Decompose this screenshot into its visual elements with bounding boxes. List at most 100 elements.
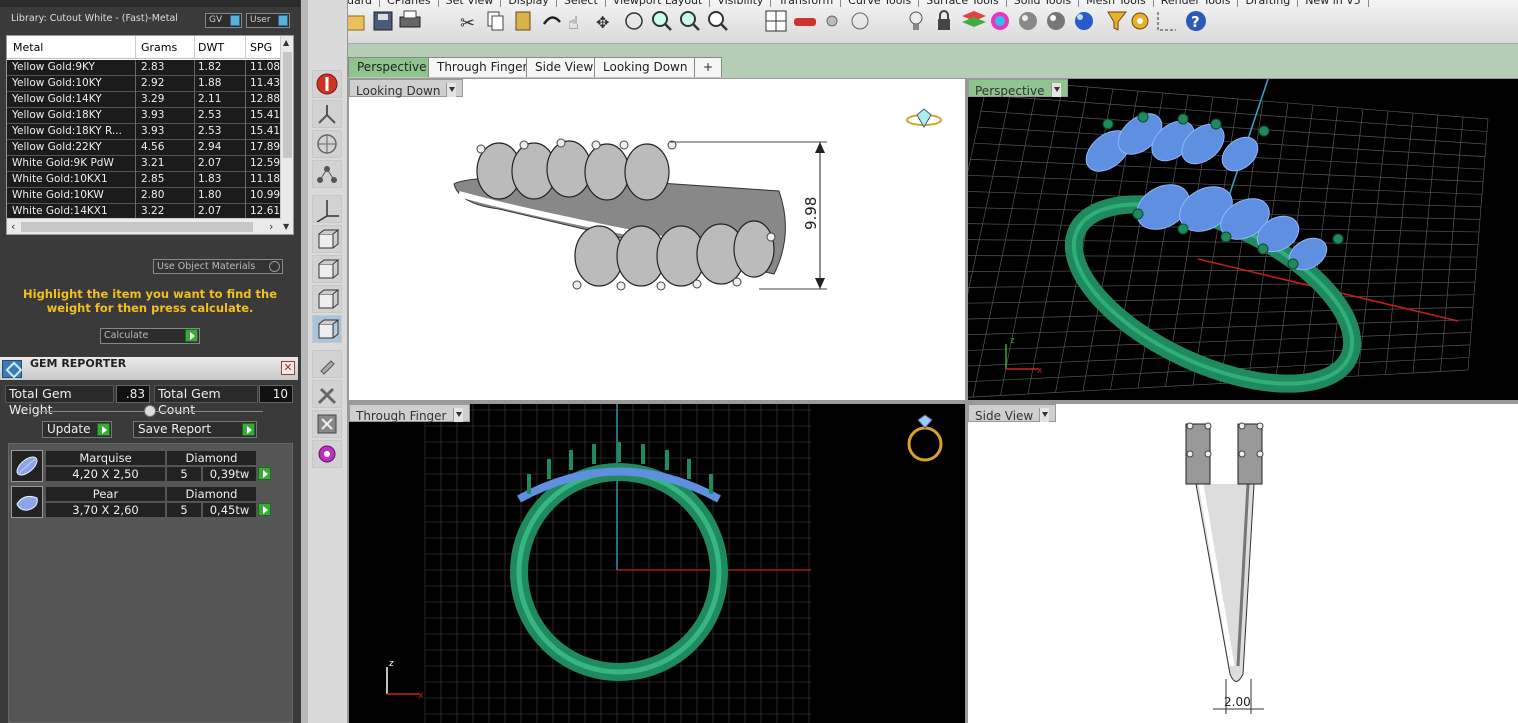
- col-grams[interactable]: Grams: [141, 41, 177, 54]
- table-row[interactable]: Yellow Gold:14KY 3.29 2.11 12.88: [7, 92, 282, 108]
- table-vertical-scrollbar[interactable]: ▲ ▼: [280, 36, 293, 234]
- table-row[interactable]: Yellow Gold:22KY 4.56 2.94 17.89: [7, 140, 282, 156]
- splitter-handle[interactable]: [144, 405, 156, 417]
- zoom-window-icon[interactable]: [680, 11, 700, 31]
- copy-icon[interactable]: [487, 11, 504, 31]
- chevron-down-icon[interactable]: [1039, 408, 1050, 422]
- undo-icon[interactable]: [542, 16, 561, 25]
- add-tab-button[interactable]: +: [694, 57, 723, 77]
- table-row[interactable]: Yellow Gold:9KY 2.83 1.82 11.08: [7, 60, 282, 76]
- scroll-left-icon[interactable]: ‹: [11, 220, 15, 233]
- use-object-materials-toggle[interactable]: Use Object Materials: [153, 259, 283, 274]
- cube-front-icon[interactable]: [312, 285, 342, 313]
- viewport-label-through-finger[interactable]: Through Finger: [349, 404, 470, 423]
- color-wheel-icon[interactable]: [991, 12, 1009, 30]
- viewport-label-side-view[interactable]: Side View: [968, 404, 1057, 423]
- osnap-icon[interactable]: [826, 15, 838, 27]
- help-icon[interactable]: ?: [1186, 11, 1206, 31]
- col-metal[interactable]: Metal: [13, 41, 43, 54]
- col-spg[interactable]: SPG: [250, 41, 272, 54]
- cube-top-icon[interactable]: [312, 255, 342, 283]
- view-tab[interactable]: Through Finger: [428, 57, 537, 77]
- close-box-icon[interactable]: [312, 410, 342, 438]
- table-cell: 3.22: [141, 205, 165, 217]
- filter-icon[interactable]: [1107, 11, 1128, 31]
- viewport-side-view[interactable]: 2.00 Side View: [968, 404, 1518, 723]
- table-row[interactable]: Yellow Gold:18KY 3.93 2.53 15.41: [7, 108, 282, 124]
- select-icon[interactable]: ☝: [568, 13, 579, 34]
- close-icon[interactable]: ✕: [281, 361, 295, 375]
- axis-icon[interactable]: [312, 195, 342, 223]
- scroll-up-icon[interactable]: ▲: [283, 38, 289, 47]
- layer-icon[interactable]: [962, 11, 986, 27]
- viewport-label-perspective[interactable]: Perspective: [968, 79, 1068, 98]
- gem-shape: Marquise: [45, 450, 166, 466]
- lock-icon[interactable]: [938, 10, 950, 30]
- table-row[interactable]: White Gold:10KX1 2.85 1.83 11.18: [7, 172, 282, 188]
- table-row[interactable]: Yellow Gold:10KY 2.92 1.88 11.43: [7, 76, 282, 92]
- paste-icon[interactable]: [515, 11, 531, 31]
- light-icon[interactable]: [909, 11, 923, 30]
- gem-qty: 5: [166, 502, 202, 518]
- gv-toggle[interactable]: GV: [205, 13, 242, 28]
- globe-icon[interactable]: [312, 130, 342, 158]
- viewport-perspective[interactable]: z x Perspective: [968, 79, 1518, 400]
- cut-icon[interactable]: ✂: [460, 13, 475, 34]
- rotate-view-icon[interactable]: [625, 12, 643, 30]
- viewport-through-finger[interactable]: z x Through Finger: [349, 404, 965, 723]
- col-dwt[interactable]: DWT: [198, 41, 224, 54]
- table-row[interactable]: White Gold:10KW 2.80 1.80 10.99: [7, 188, 282, 204]
- view-tab[interactable]: Perspective: [348, 57, 436, 77]
- panel-divider[interactable]: [301, 0, 308, 723]
- cplane-icon[interactable]: [851, 12, 869, 30]
- view-tab[interactable]: Looking Down: [594, 57, 697, 77]
- dropper-icon[interactable]: [312, 350, 342, 378]
- sphere-blue-icon[interactable]: [1075, 12, 1093, 30]
- scroll-down-icon[interactable]: ▼: [283, 222, 289, 231]
- radio-icon[interactable]: [269, 261, 280, 272]
- save-icon[interactable]: [373, 11, 393, 31]
- sphere-shaded-icon[interactable]: [1019, 12, 1037, 30]
- chevron-down-icon[interactable]: [1050, 83, 1061, 97]
- stop-icon[interactable]: [312, 70, 342, 98]
- table-row[interactable]: White Gold:9K PdW 3.21 2.07 12.59: [7, 156, 282, 172]
- gem-row-pear[interactable]: Pear Diamond 3,70 X 2,60 5 0,45tw: [10, 484, 271, 518]
- play-icon[interactable]: [258, 467, 271, 480]
- toolbar-tab[interactable]: New in V5: [1298, 0, 1369, 7]
- gem-row-marquise[interactable]: Marquise Diamond 4,20 X 2,50 5 0,39tw: [10, 448, 271, 482]
- chevron-down-icon[interactable]: [446, 83, 457, 97]
- viewport-looking-down[interactable]: 9.98 Looking Down: [349, 79, 965, 400]
- zoom-extents-icon[interactable]: [708, 11, 728, 31]
- pan-icon[interactable]: ✥: [596, 13, 609, 32]
- save-report-button[interactable]: Save Report: [133, 421, 257, 438]
- chevron-down-icon[interactable]: [452, 408, 463, 422]
- update-button[interactable]: Update: [42, 421, 112, 438]
- node-tree-icon[interactable]: [312, 160, 342, 188]
- view-tab[interactable]: Side View: [526, 57, 603, 77]
- car-icon[interactable]: [794, 18, 816, 26]
- toolbar-tab[interactable]: Drafting: [1238, 0, 1299, 7]
- tools-icon[interactable]: [312, 380, 342, 408]
- hscrollbar-thumb[interactable]: [21, 222, 253, 232]
- four-viewports-icon[interactable]: [765, 10, 787, 32]
- gear-icon[interactable]: [312, 440, 342, 468]
- grid-snap-icon[interactable]: [1157, 12, 1176, 31]
- print-icon[interactable]: [399, 10, 421, 28]
- cube-perspective-icon[interactable]: [312, 315, 342, 343]
- user-toggle[interactable]: User: [246, 13, 290, 28]
- sphere-rendered-icon[interactable]: [1047, 12, 1065, 30]
- scrollbar-thumb[interactable]: [283, 52, 292, 158]
- table-horizontal-scrollbar[interactable]: ‹ ›: [7, 218, 282, 234]
- table-row[interactable]: Yellow Gold:18KY R... 3.93 2.53 15.41: [7, 124, 282, 140]
- options-gear-icon[interactable]: [1131, 12, 1149, 30]
- calculate-button[interactable]: Calculate: [100, 328, 200, 344]
- viewport-label-looking-down[interactable]: Looking Down: [349, 79, 464, 98]
- zoom-icon[interactable]: [652, 11, 672, 31]
- tripod-icon[interactable]: [312, 100, 342, 128]
- play-icon[interactable]: [258, 503, 271, 516]
- cube-icon[interactable]: [312, 225, 342, 253]
- scroll-right-icon[interactable]: ›: [269, 220, 273, 233]
- play-icon[interactable]: [185, 329, 198, 342]
- table-cell: 2.94: [198, 141, 222, 153]
- table-cell: 1.80: [198, 189, 222, 201]
